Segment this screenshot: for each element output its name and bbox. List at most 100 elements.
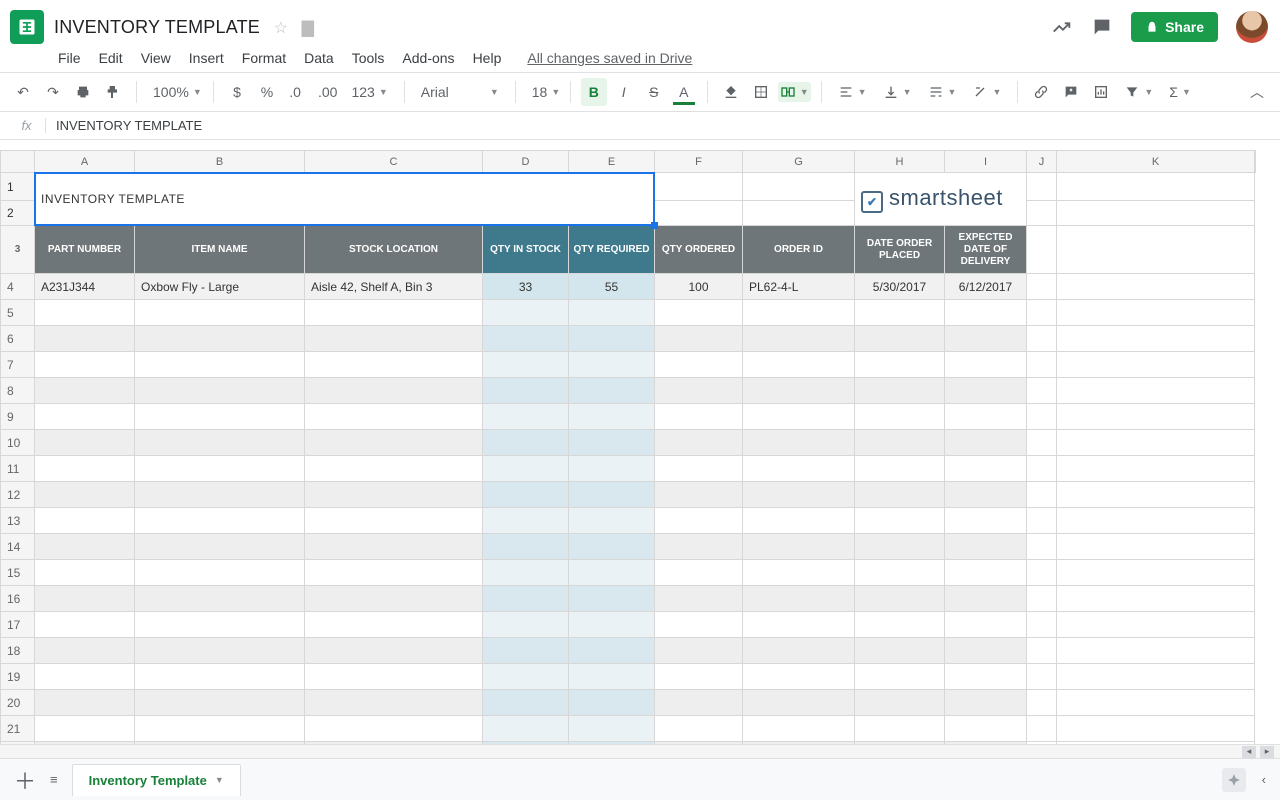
cell[interactable]: [1057, 612, 1255, 638]
cell[interactable]: [855, 534, 945, 560]
cell[interactable]: [655, 508, 743, 534]
cell[interactable]: [483, 456, 569, 482]
sheet-title-cell[interactable]: INVENTORY TEMPLATE: [35, 173, 655, 226]
cell[interactable]: [945, 456, 1027, 482]
cell[interactable]: [305, 534, 483, 560]
header-loc[interactable]: STOCK LOCATION: [305, 226, 483, 274]
all-sheets-button[interactable]: ≡: [50, 772, 58, 787]
cell[interactable]: [743, 560, 855, 586]
row-header[interactable]: 11: [1, 456, 35, 482]
cell[interactable]: [655, 300, 743, 326]
cell[interactable]: [743, 173, 855, 201]
cell[interactable]: [945, 586, 1027, 612]
row-header[interactable]: 5: [1, 300, 35, 326]
cell[interactable]: [945, 716, 1027, 742]
cell[interactable]: [483, 664, 569, 690]
row-header[interactable]: 3: [1, 226, 35, 274]
cell[interactable]: [35, 300, 135, 326]
undo-icon[interactable]: ↶: [10, 78, 36, 106]
cell[interactable]: [655, 430, 743, 456]
add-sheet-button[interactable]: ＋: [14, 764, 36, 796]
more-formats-dropdown[interactable]: 123▼: [345, 84, 393, 100]
cell[interactable]: [655, 534, 743, 560]
cell[interactable]: [1057, 300, 1255, 326]
avatar[interactable]: [1236, 11, 1268, 43]
cell[interactable]: [855, 326, 945, 352]
cell[interactable]: [655, 612, 743, 638]
cell[interactable]: [1057, 226, 1255, 274]
cell[interactable]: [305, 664, 483, 690]
trend-icon[interactable]: [1051, 16, 1073, 38]
sheet-tab-active[interactable]: Inventory Template ▼: [72, 764, 241, 796]
cell[interactable]: [305, 690, 483, 716]
cell[interactable]: [135, 690, 305, 716]
cell[interactable]: [655, 638, 743, 664]
cell[interactable]: [945, 300, 1027, 326]
row-header[interactable]: 19: [1, 664, 35, 690]
format-currency-icon[interactable]: $: [224, 78, 250, 106]
cell[interactable]: [305, 404, 483, 430]
cell[interactable]: [743, 586, 855, 612]
cell[interactable]: [569, 508, 655, 534]
cell[interactable]: [135, 508, 305, 534]
cell[interactable]: [569, 430, 655, 456]
row-header[interactable]: 18: [1, 638, 35, 664]
cell[interactable]: [569, 352, 655, 378]
row-header[interactable]: 4: [1, 274, 35, 300]
cell[interactable]: [945, 326, 1027, 352]
cell[interactable]: [855, 716, 945, 742]
cell[interactable]: [569, 456, 655, 482]
horizontal-align-dropdown[interactable]: ▼: [832, 84, 873, 100]
cell[interactable]: [35, 716, 135, 742]
cell[interactable]: [743, 690, 855, 716]
cell[interactable]: [305, 326, 483, 352]
cell[interactable]: [305, 430, 483, 456]
cell[interactable]: [655, 173, 743, 201]
cell[interactable]: [35, 508, 135, 534]
horizontal-scrollbar[interactable]: ◂ ▸: [0, 744, 1280, 758]
cell[interactable]: [35, 560, 135, 586]
scroll-right-icon[interactable]: ▸: [1260, 746, 1274, 758]
cell[interactable]: [483, 560, 569, 586]
cell[interactable]: [1057, 482, 1255, 508]
cell[interactable]: [135, 716, 305, 742]
filter-dropdown[interactable]: ▼: [1118, 84, 1159, 100]
cell[interactable]: [483, 326, 569, 352]
cell[interactable]: [305, 716, 483, 742]
cell[interactable]: [135, 482, 305, 508]
menu-data[interactable]: Data: [304, 50, 334, 66]
menu-insert[interactable]: Insert: [189, 50, 224, 66]
menu-view[interactable]: View: [141, 50, 171, 66]
cell[interactable]: [1057, 201, 1255, 226]
save-status[interactable]: All changes saved in Drive: [527, 50, 692, 66]
cell[interactable]: [305, 456, 483, 482]
cell[interactable]: [569, 482, 655, 508]
cell[interactable]: [945, 482, 1027, 508]
cell[interactable]: [945, 638, 1027, 664]
header-expected[interactable]: EXPECTED DATE OF DELIVERY: [945, 226, 1027, 274]
cell[interactable]: [569, 404, 655, 430]
cell[interactable]: [305, 352, 483, 378]
cell-placed[interactable]: 5/30/2017: [855, 274, 945, 300]
cell[interactable]: [1057, 508, 1255, 534]
menu-help[interactable]: Help: [473, 50, 502, 66]
cell[interactable]: [135, 534, 305, 560]
col-header[interactable]: E: [569, 151, 655, 173]
zoom-dropdown[interactable]: 100%▼: [147, 84, 203, 100]
cell[interactable]: [855, 300, 945, 326]
menu-addons[interactable]: Add-ons: [402, 50, 454, 66]
cell[interactable]: [305, 612, 483, 638]
cell[interactable]: [35, 586, 135, 612]
cell-stock[interactable]: 33: [483, 274, 569, 300]
cell-loc[interactable]: Aisle 42, Shelf A, Bin 3: [305, 274, 483, 300]
cell[interactable]: [1057, 716, 1255, 742]
fill-color-icon[interactable]: [718, 78, 744, 106]
bold-button[interactable]: B: [581, 78, 607, 106]
row-header[interactable]: 10: [1, 430, 35, 456]
row-header[interactable]: 15: [1, 560, 35, 586]
row-header[interactable]: 7: [1, 352, 35, 378]
cell[interactable]: [1057, 274, 1255, 300]
cell[interactable]: [743, 326, 855, 352]
cell[interactable]: [655, 586, 743, 612]
cell[interactable]: [569, 690, 655, 716]
